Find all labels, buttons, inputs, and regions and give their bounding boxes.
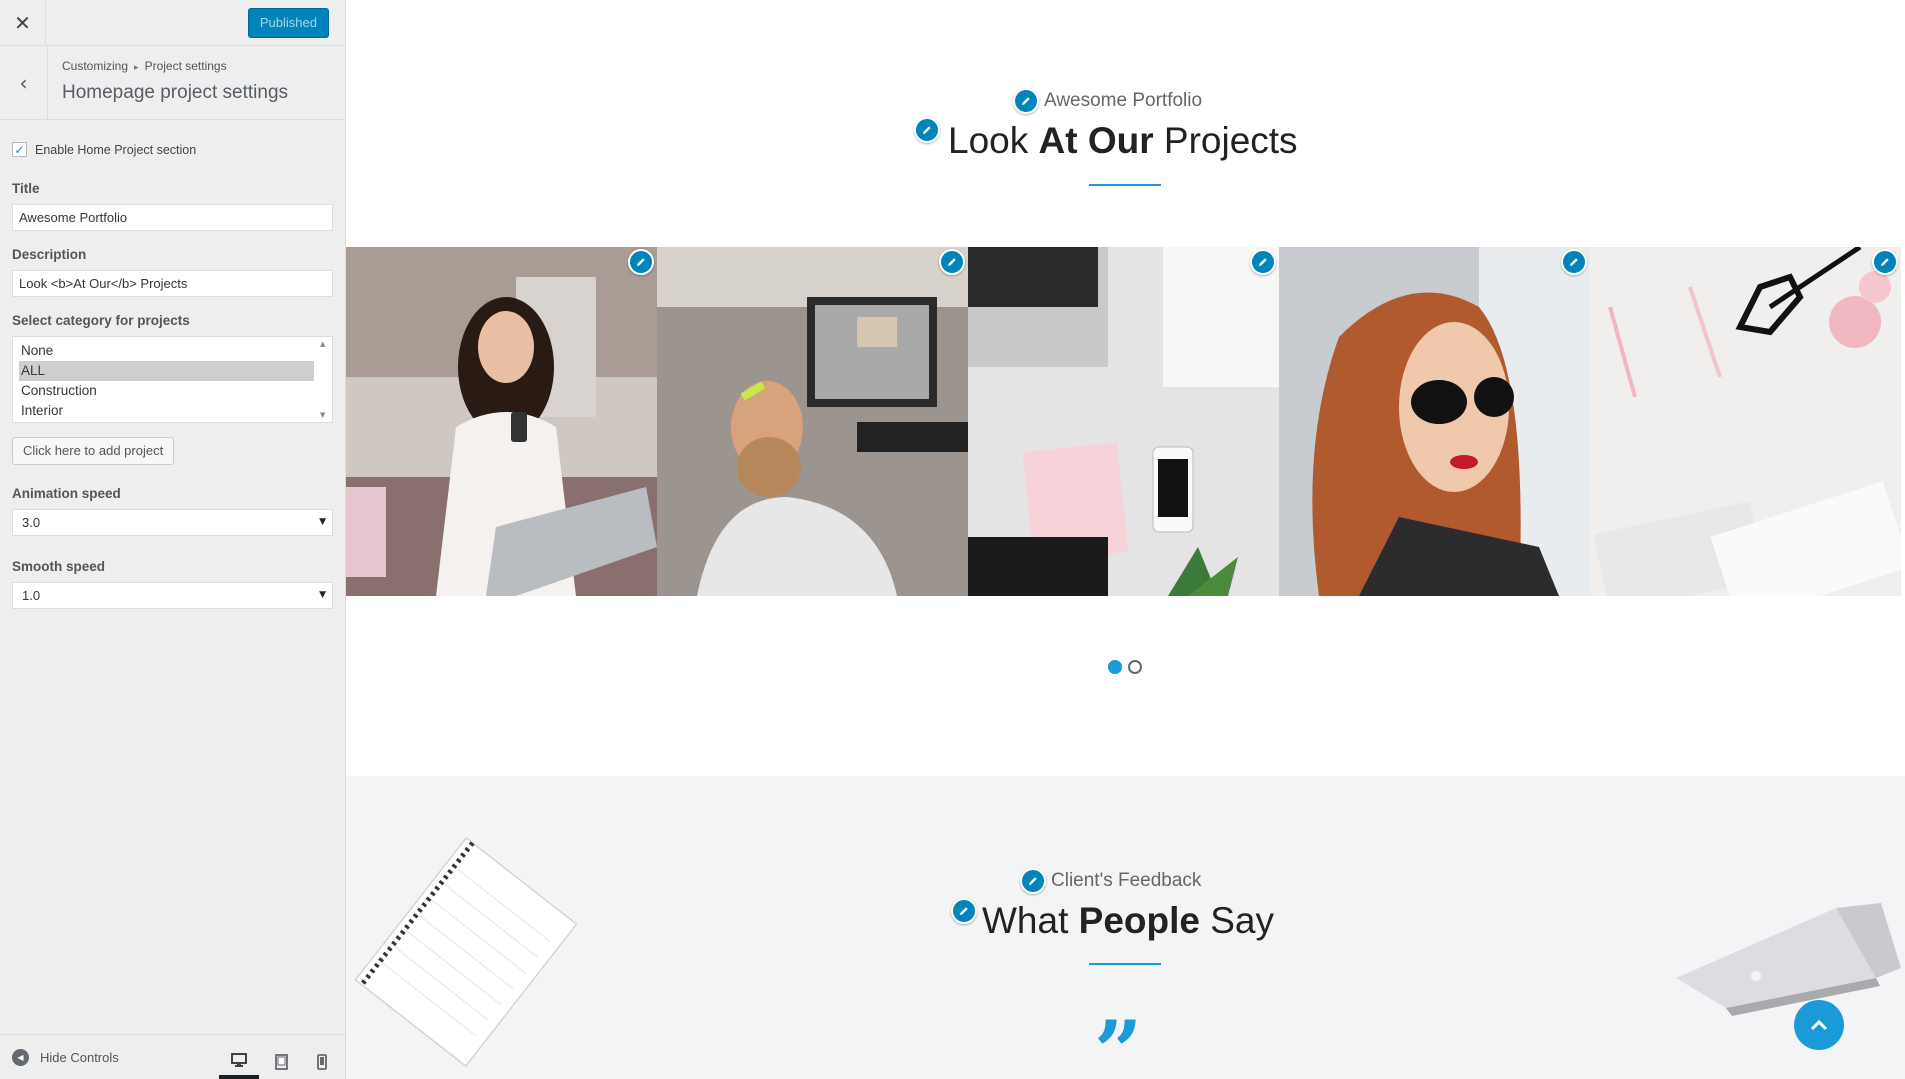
enable-project-checkbox[interactable]: ✓ [12, 142, 27, 157]
section-header: ‹ Customizing ▸ Project settings Homepage … [0, 46, 345, 120]
slider-pagination [1108, 660, 1142, 674]
category-option-construction[interactable]: Construction [19, 381, 314, 401]
breadcrumb-parent: Project settings [144, 59, 227, 73]
project-image-desk-flatlay [968, 247, 1279, 596]
category-label: Select category for projects [12, 313, 190, 328]
edit-project-pencil-icon[interactable] [628, 249, 654, 275]
project-tile[interactable] [346, 247, 657, 596]
project-tile[interactable] [968, 247, 1279, 596]
desktop-icon[interactable] [219, 1045, 259, 1079]
notebook-image [354, 836, 578, 1068]
smooth-speed-label: Smooth speed [12, 559, 106, 574]
title-input[interactable]: Awesome Portfolio [12, 204, 333, 231]
edit-heading-pencil-icon[interactable] [914, 117, 940, 143]
heading-bold: At Our [1038, 120, 1154, 161]
heading-part: Say [1199, 900, 1275, 941]
mobile-icon[interactable] [302, 1045, 342, 1079]
description-input[interactable]: Look <b>At Our</b> Projects [12, 270, 333, 297]
enable-project-row: ✓ Enable Home Project section [12, 142, 333, 157]
edit-project-pencil-icon[interactable] [1250, 249, 1276, 275]
controls-panel: ✓ Enable Home Project section Title Awes… [0, 120, 345, 609]
project-image-desk-glasses [1590, 247, 1901, 596]
edit-feedback-subtitle-pencil-icon[interactable] [1020, 868, 1046, 894]
edit-subtitle-pencil-icon[interactable] [1013, 88, 1039, 114]
customizer-header: ✕ Published [0, 0, 345, 46]
project-gallery [346, 247, 1905, 596]
slider-dot-2[interactable] [1128, 660, 1142, 674]
quote-icon: ” [1094, 1002, 1143, 1079]
smooth-speed-select[interactable]: 1.0 ▼ [12, 582, 333, 609]
customizer-sidebar: ✕ Published ‹ Customizing ▸ Project settin… [0, 0, 346, 1079]
heading-underline [1089, 184, 1161, 186]
customizer-footer: ◀ Hide Controls [0, 1034, 345, 1079]
dropdown-arrow-icon: ▼ [319, 517, 326, 527]
project-image-woman-sunglasses [1279, 247, 1590, 596]
breadcrumb-root: Customizing [62, 59, 129, 73]
heading-bold: People [1078, 900, 1200, 941]
breadcrumb: Customizing ▸ Project settings [62, 59, 227, 73]
heading-part: Look [948, 120, 1039, 161]
animation-speed-label: Animation speed [12, 486, 121, 501]
hide-controls-label: Hide Controls [40, 1050, 119, 1065]
category-option-all[interactable]: ALL [19, 361, 314, 381]
add-project-button[interactable]: Click here to add project [12, 437, 175, 465]
portfolio-subtitle: Awesome Portfolio [1044, 90, 1203, 111]
published-button[interactable]: Published [247, 8, 329, 38]
heading-part: Projects [1153, 120, 1298, 161]
collapse-icon: ◀ [12, 1049, 29, 1066]
tablet-icon[interactable] [261, 1045, 301, 1079]
listbox-scrollbar[interactable]: ▲ ▼ [317, 338, 331, 421]
slider-dot-1[interactable] [1108, 660, 1122, 674]
project-tile[interactable] [1590, 247, 1901, 596]
site-preview: Awesome Portfolio Look At Our Projects C… [346, 0, 1905, 1079]
scroll-up-icon[interactable]: ▲ [320, 340, 325, 348]
category-option-none[interactable]: None [19, 341, 314, 361]
scroll-to-top-button[interactable] [1794, 1000, 1844, 1050]
project-image-bearded-man [657, 247, 968, 596]
edit-project-pencil-icon[interactable] [1561, 249, 1587, 275]
project-tile[interactable] [1279, 247, 1590, 596]
project-tile[interactable] [657, 247, 968, 596]
description-label: Description [12, 247, 87, 262]
smooth-speed-value: 1.0 [22, 588, 41, 603]
category-listbox[interactable]: None ALL Construction Interior ▲ ▼ [12, 336, 333, 423]
category-option-interior[interactable]: Interior [19, 401, 314, 421]
chevron-up-icon [1810, 1019, 1828, 1031]
hide-controls-button[interactable]: ◀ Hide Controls [12, 1049, 119, 1066]
feedback-underline [1089, 963, 1161, 965]
close-icon[interactable]: ✕ [0, 0, 46, 46]
scroll-down-icon[interactable]: ▼ [320, 411, 325, 419]
dropdown-arrow-icon: ▼ [319, 590, 326, 600]
feedback-heading: What People Say [982, 900, 1274, 942]
section-title: Homepage project settings [62, 82, 289, 103]
enable-project-label: Enable Home Project section [35, 142, 197, 157]
portfolio-heading: Look At Our Projects [948, 120, 1298, 162]
back-icon[interactable]: ‹ [0, 46, 48, 119]
feedback-subtitle: Client's Feedback [1051, 870, 1202, 891]
animation-speed-value: 3.0 [22, 515, 41, 530]
laptop-image [1676, 903, 1901, 1016]
edit-project-pencil-icon[interactable] [1872, 249, 1898, 275]
title-label: Title [12, 181, 40, 196]
edit-project-pencil-icon[interactable] [939, 249, 965, 275]
breadcrumb-separator: ▸ [134, 62, 139, 72]
edit-feedback-heading-pencil-icon[interactable] [951, 898, 977, 924]
project-image-woman-phone [346, 247, 657, 596]
animation-speed-select[interactable]: 3.0 ▼ [12, 509, 333, 536]
heading-part: What [982, 900, 1079, 941]
